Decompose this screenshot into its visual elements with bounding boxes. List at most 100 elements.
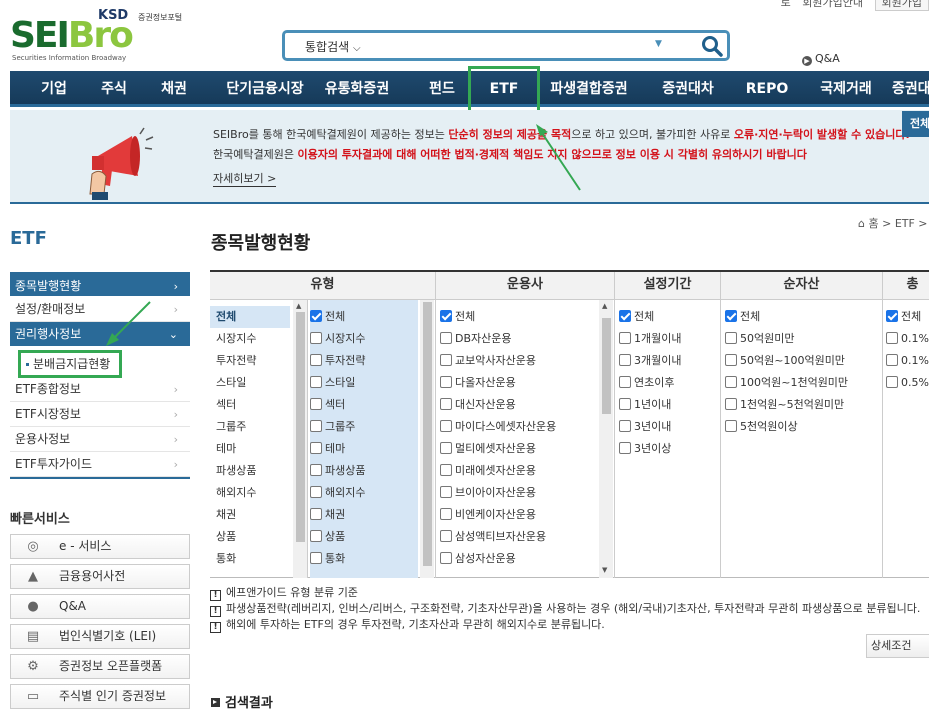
nav-item-company[interactable]: 기업	[30, 71, 78, 107]
checkbox[interactable]	[725, 420, 737, 432]
checkbox[interactable]	[310, 442, 322, 454]
nav-item-derivative-linked[interactable]: 파생결합증권	[538, 71, 640, 107]
type-check-item[interactable]: 스타일	[310, 372, 418, 394]
type-check-item[interactable]: 파생상품	[310, 460, 418, 482]
checkbox[interactable]	[619, 332, 631, 344]
checkbox[interactable]	[886, 332, 898, 344]
checkbox[interactable]	[440, 420, 452, 432]
fee-check-item[interactable]: 0.1%~	[886, 350, 929, 372]
manager-check-item[interactable]: 다올자산운용	[440, 372, 614, 394]
nav-item-repo[interactable]: REPO	[736, 71, 798, 107]
sidebar-item-issue-status[interactable]: 종목발행현황 ›	[10, 272, 190, 297]
sidebar-item-manager-info[interactable]: 운용사정보 ›	[10, 427, 190, 452]
sidebar-item-rights[interactable]: 권리행사정보 ⌄	[10, 322, 190, 347]
checkbox[interactable]	[886, 310, 898, 322]
detail-conditions-button[interactable]: 상세조건	[866, 634, 929, 658]
checkbox[interactable]	[440, 442, 452, 454]
checkbox[interactable]	[310, 508, 322, 520]
seibro-logo[interactable]: KSD 증권정보포털 SEIBro Securities Information…	[10, 8, 190, 64]
assets-check-item[interactable]: 5천억원이상	[725, 416, 882, 438]
scroll-down-icon[interactable]: ▼	[602, 566, 607, 574]
breadcrumb-text[interactable]: 홈 > ETF >	[868, 217, 927, 230]
checkbox[interactable]	[310, 376, 322, 388]
top-link-join-guide[interactable]: 회원가입안내	[802, 0, 863, 9]
manager-check-item[interactable]: 교보악사자산운용	[440, 350, 614, 372]
type-list-scrollbar[interactable]: ▲	[293, 300, 307, 578]
sidebar-item-investment-guide[interactable]: ETF투자가이드 ›	[10, 452, 190, 477]
checkbox[interactable]	[440, 310, 452, 322]
checkbox[interactable]	[310, 398, 322, 410]
assets-check-item[interactable]: 전체	[725, 306, 882, 328]
manager-check-item[interactable]: 삼성액티브자산운용	[440, 526, 614, 548]
manager-check-item[interactable]: 비엔케이자산운용	[440, 504, 614, 526]
checkbox[interactable]	[440, 332, 452, 344]
nav-item-money-market[interactable]: 단기금융시장	[215, 71, 315, 107]
scroll-thumb[interactable]	[423, 302, 432, 566]
scroll-thumb[interactable]	[296, 312, 305, 542]
checkbox[interactable]	[619, 398, 631, 410]
sidebar-subitem-dividend[interactable]: 분배금지급현황	[10, 347, 190, 378]
type-check-item[interactable]: 전체	[310, 306, 418, 328]
type-check-item[interactable]: 섹터	[310, 394, 418, 416]
period-check-item[interactable]: 1년이내	[619, 394, 720, 416]
checkbox[interactable]	[886, 376, 898, 388]
type-check-item[interactable]: 투자전략	[310, 350, 418, 372]
nav-item-securitized[interactable]: 유통화증권	[317, 71, 397, 107]
checkbox[interactable]	[440, 354, 452, 366]
top-link-login[interactable]: 로	[781, 0, 791, 9]
checkbox[interactable]	[725, 354, 737, 366]
period-check-item[interactable]: 3개월이내	[619, 350, 720, 372]
manager-check-item[interactable]: 브이아이자산운용	[440, 482, 614, 504]
assets-check-item[interactable]: 50억원~100억원미만	[725, 350, 882, 372]
search-category-select[interactable]: 통합검색 ⌵	[305, 38, 361, 55]
checkbox[interactable]	[310, 310, 322, 322]
checkbox[interactable]	[440, 376, 452, 388]
sidebar-item-etf-market[interactable]: ETF시장정보 ›	[10, 402, 190, 427]
fee-check-item[interactable]: 0.5%	[886, 372, 929, 394]
quick-qa-button[interactable]: ● Q&A	[10, 594, 190, 619]
quick-glossary-button[interactable]: ▲ 금융용어사전	[10, 564, 190, 589]
type-check-item[interactable]: 그룹주	[310, 416, 418, 438]
notice-right-button[interactable]: 전체	[902, 111, 929, 137]
manager-check-item[interactable]: 대신자산운용	[440, 394, 614, 416]
type-category-item[interactable]: 전체	[210, 306, 290, 328]
qa-link[interactable]: ▶ Q&A	[802, 52, 840, 66]
checkbox[interactable]	[725, 376, 737, 388]
checkbox[interactable]	[619, 376, 631, 388]
checkbox[interactable]	[440, 552, 452, 564]
manager-check-item[interactable]: DB자산운용	[440, 328, 614, 350]
type-check-item[interactable]: 상품	[310, 526, 418, 548]
quick-popular-button[interactable]: ▭ 주식별 인기 증권정보	[10, 684, 190, 709]
checkbox[interactable]	[310, 354, 322, 366]
period-check-item[interactable]: 1개월이내	[619, 328, 720, 350]
checkbox[interactable]	[725, 310, 737, 322]
nav-item-intl-trade[interactable]: 국제거래	[808, 71, 884, 107]
checkbox[interactable]	[725, 398, 737, 410]
quick-e-service-button[interactable]: ◎ e - 서비스	[10, 534, 190, 559]
checkbox[interactable]	[310, 530, 322, 542]
checkbox[interactable]	[440, 398, 452, 410]
type-check-item[interactable]: 테마	[310, 438, 418, 460]
manager-check-item[interactable]: 멀티에셋자산운용	[440, 438, 614, 460]
checkbox[interactable]	[440, 530, 452, 542]
nav-item-bond[interactable]: 채권	[150, 71, 198, 107]
type-check-item[interactable]: 채권	[310, 504, 418, 526]
checkbox[interactable]	[619, 354, 631, 366]
checkbox[interactable]	[310, 486, 322, 498]
manager-check-item[interactable]: 마이다스에셋자산운용	[440, 416, 614, 438]
nav-item-securities-lending[interactable]: 증권대차	[648, 71, 728, 107]
checkbox[interactable]	[725, 332, 737, 344]
search-icon[interactable]	[699, 33, 725, 59]
sidebar-item-creation-redemption[interactable]: 설정/환매정보 ›	[10, 297, 190, 322]
sidebar-item-etf-overview[interactable]: ETF종합정보 ›	[10, 377, 190, 402]
nav-item-fund[interactable]: 펀드	[418, 71, 466, 107]
search-dropdown-icon[interactable]: ▼	[655, 39, 662, 49]
manager-check-item[interactable]: 삼성자산운용	[440, 548, 614, 570]
checkbox[interactable]	[886, 354, 898, 366]
manager-check-item[interactable]: 전체	[440, 306, 614, 328]
type-check-scrollbar[interactable]	[420, 300, 434, 578]
fee-check-item[interactable]: 0.1%미	[886, 328, 929, 350]
checkbox[interactable]	[619, 420, 631, 432]
type-check-item[interactable]: 해외지수	[310, 482, 418, 504]
period-check-item[interactable]: 전체	[619, 306, 720, 328]
